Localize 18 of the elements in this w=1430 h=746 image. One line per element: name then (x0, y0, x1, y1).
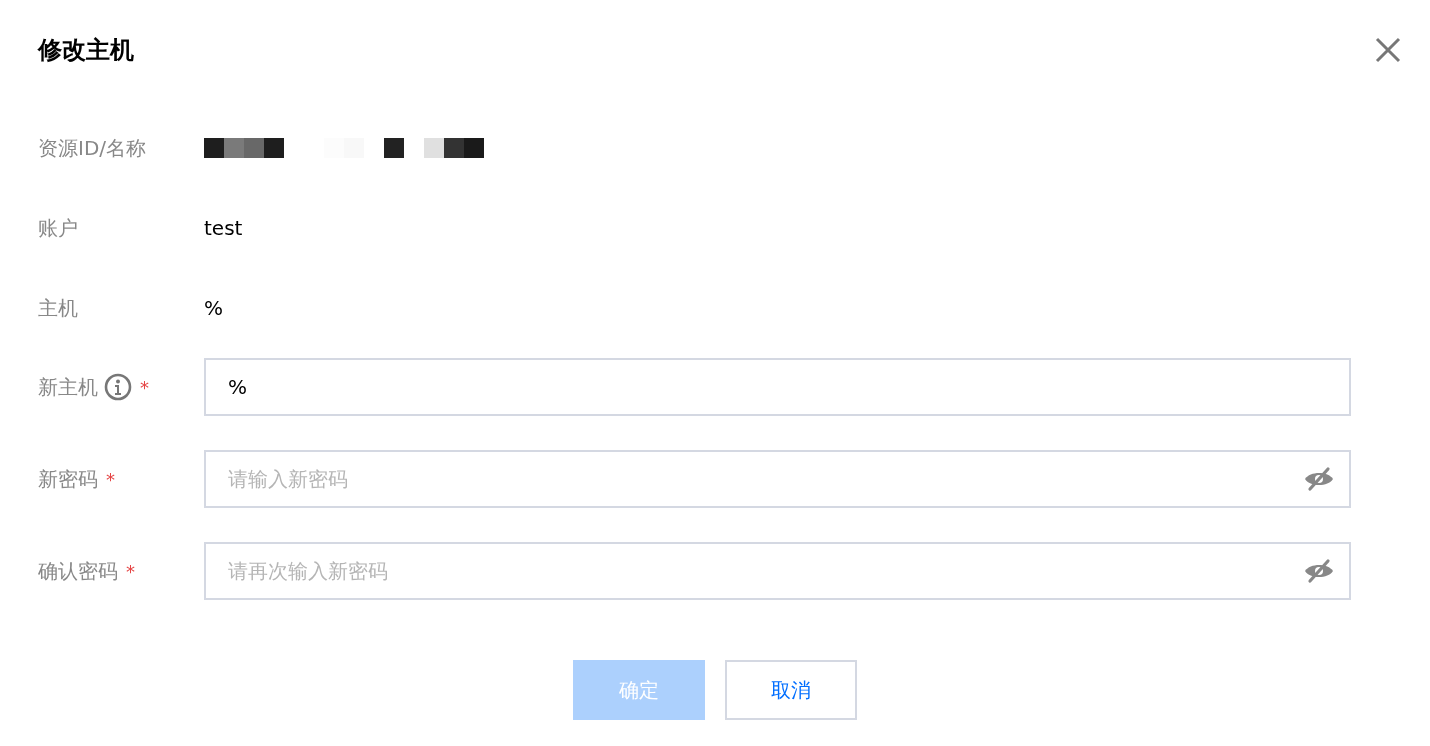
field-label: 新密码 (38, 465, 98, 493)
dialog-title: 修改主机 (38, 35, 134, 66)
field-value: % (204, 296, 223, 320)
password-field[interactable]: 请再次输入新密码 (204, 542, 1351, 600)
close-icon[interactable] (1374, 36, 1402, 64)
cancel-button[interactable]: 取消 (725, 660, 857, 720)
info-icon[interactable] (104, 373, 132, 401)
required-mark: * (106, 468, 115, 490)
field-label: 新主机 (38, 373, 98, 401)
field-label: 资源ID/名称 (38, 134, 147, 162)
field-label: 账户 (38, 214, 78, 242)
required-mark: * (140, 376, 149, 398)
field-value: test (204, 216, 243, 240)
input-field[interactable]: % (204, 358, 1351, 416)
password-field[interactable]: 请输入新密码 (204, 450, 1351, 508)
field-label: 确认密码 (38, 557, 118, 585)
field-label: 主机 (38, 294, 78, 322)
required-mark: * (126, 560, 135, 582)
